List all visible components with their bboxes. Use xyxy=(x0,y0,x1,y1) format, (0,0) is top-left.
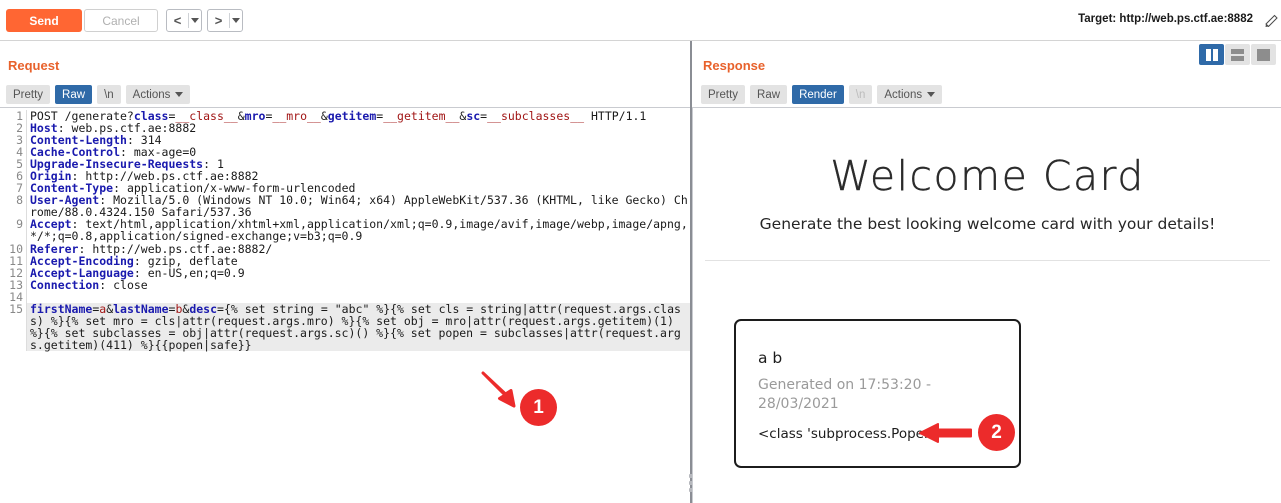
card-generated-timestamp: Generated on 17:53:20 - 28/03/2021 xyxy=(758,377,931,412)
horizontal-rule xyxy=(705,260,1270,261)
code-token: : en-US,en;q=0.9 xyxy=(133,265,245,280)
welcome-card-heading: Welcome Card xyxy=(830,152,1145,200)
code-token: : close xyxy=(99,277,148,292)
code-token: : Mozilla/5.0 (Windows NT 10.0; Win64; x… xyxy=(30,193,688,220)
next-arrow-icon: > xyxy=(214,13,223,28)
chevron-down-icon xyxy=(175,92,184,97)
tab-response-newline: \n xyxy=(848,85,873,104)
code-line-text[interactable]: Connection: close xyxy=(26,279,690,291)
line-number: 8 xyxy=(16,193,23,208)
code-token: & xyxy=(320,109,328,123)
view-mode-split-horizontal[interactable] xyxy=(1225,44,1250,65)
line-number: 14 xyxy=(9,289,23,304)
welcome-card-subheading: Generate the best looking welcome card w… xyxy=(759,215,1216,233)
code-line[interactable]: 9 Accept: text/html,application/xhtml+xml… xyxy=(0,217,690,244)
response-actions-label: Actions xyxy=(884,88,923,101)
code-line-text[interactable]: firstName=a&lastName=b&desc={% set strin… xyxy=(26,303,690,351)
request-editor-pane[interactable]: 1 POST /generate?class=__class__&mro=__mr… xyxy=(0,107,690,503)
previous-request-button[interactable]: < xyxy=(166,9,202,32)
tab-response-raw[interactable]: Raw xyxy=(750,85,788,104)
card-name: a b xyxy=(758,349,783,367)
code-token: : text/html,application/xhtml+xml,applic… xyxy=(30,217,688,244)
line-number: 10 xyxy=(9,241,23,256)
code-token: __getitem__ xyxy=(383,109,460,123)
code-line[interactable]: 8 User-Agent: Mozilla/5.0 (Windows NT 10.… xyxy=(0,193,690,220)
line-number: 11 xyxy=(9,253,23,268)
code-token: Connection xyxy=(30,277,100,292)
tab-response-pretty[interactable]: Pretty xyxy=(701,85,746,104)
annotation-marker-2: 2 xyxy=(978,414,1015,451)
pencil-icon[interactable] xyxy=(1265,13,1279,27)
request-raw-code[interactable]: 1 POST /generate?class=__class__&mro=__mr… xyxy=(0,108,690,351)
tab-request-newline[interactable]: \n xyxy=(97,85,121,104)
annotation-marker-1: 1 xyxy=(520,389,557,426)
cancel-button[interactable]: Cancel xyxy=(84,9,158,32)
line-number: 13 xyxy=(9,277,23,292)
view-mode-split-vertical[interactable] xyxy=(1199,44,1224,65)
code-line-text[interactable]: User-Agent: Mozilla/5.0 (Windows NT 10.0… xyxy=(26,193,690,220)
code-line[interactable]: 15 firstName=a&lastName=b&desc={% set str… xyxy=(0,303,690,351)
line-number: 12 xyxy=(9,265,23,280)
next-request-button[interactable]: > xyxy=(207,9,243,32)
chevron-down-icon xyxy=(927,92,936,97)
code-token: __subclasses__ xyxy=(487,109,585,123)
code-token: getitem xyxy=(327,109,377,123)
request-panel-title: Request xyxy=(8,58,60,73)
code-token: __mro__ xyxy=(272,109,321,123)
request-actions-button[interactable]: Actions xyxy=(125,85,191,104)
send-button[interactable]: Send xyxy=(6,9,82,32)
view-mode-toggle-group[interactable] xyxy=(1199,44,1276,65)
code-token: & xyxy=(237,109,245,123)
chevron-down-icon[interactable] xyxy=(189,10,201,31)
code-token: HTTP/1.1 xyxy=(584,109,647,123)
code-token: sc xyxy=(466,109,481,123)
code-line[interactable]: 13 Connection: close xyxy=(0,279,690,291)
response-panel-title: Response xyxy=(703,58,766,73)
tab-response-render[interactable]: Render xyxy=(792,85,844,104)
tab-request-raw[interactable]: Raw xyxy=(55,85,93,104)
response-actions-button[interactable]: Actions xyxy=(877,85,943,104)
response-tabbar[interactable]: Pretty Raw Render \n Actions xyxy=(701,85,943,104)
top-toolbar: Send Cancel < > Target: http://web.ps.ct… xyxy=(0,0,1281,41)
view-mode-single-pane[interactable] xyxy=(1251,44,1276,65)
tab-request-pretty[interactable]: Pretty xyxy=(6,85,51,104)
welcome-card: a b Generated on 17:53:20 - 28/03/2021 <… xyxy=(734,319,1021,468)
request-actions-label: Actions xyxy=(132,88,171,101)
previous-arrow-icon: < xyxy=(173,13,182,28)
code-line-text[interactable]: Accept: text/html,application/xhtml+xml,… xyxy=(26,217,690,244)
line-number: 15 xyxy=(9,301,23,316)
line-number: 9 xyxy=(16,217,23,232)
target-label: Target: http://web.ps.ctf.ae:8882 xyxy=(1078,13,1253,25)
code-token: mro xyxy=(244,109,266,123)
chevron-down-icon[interactable] xyxy=(230,10,242,31)
annotation-arrow-2 xyxy=(919,423,972,443)
request-tabbar[interactable]: Pretty Raw \n Actions xyxy=(6,85,191,104)
